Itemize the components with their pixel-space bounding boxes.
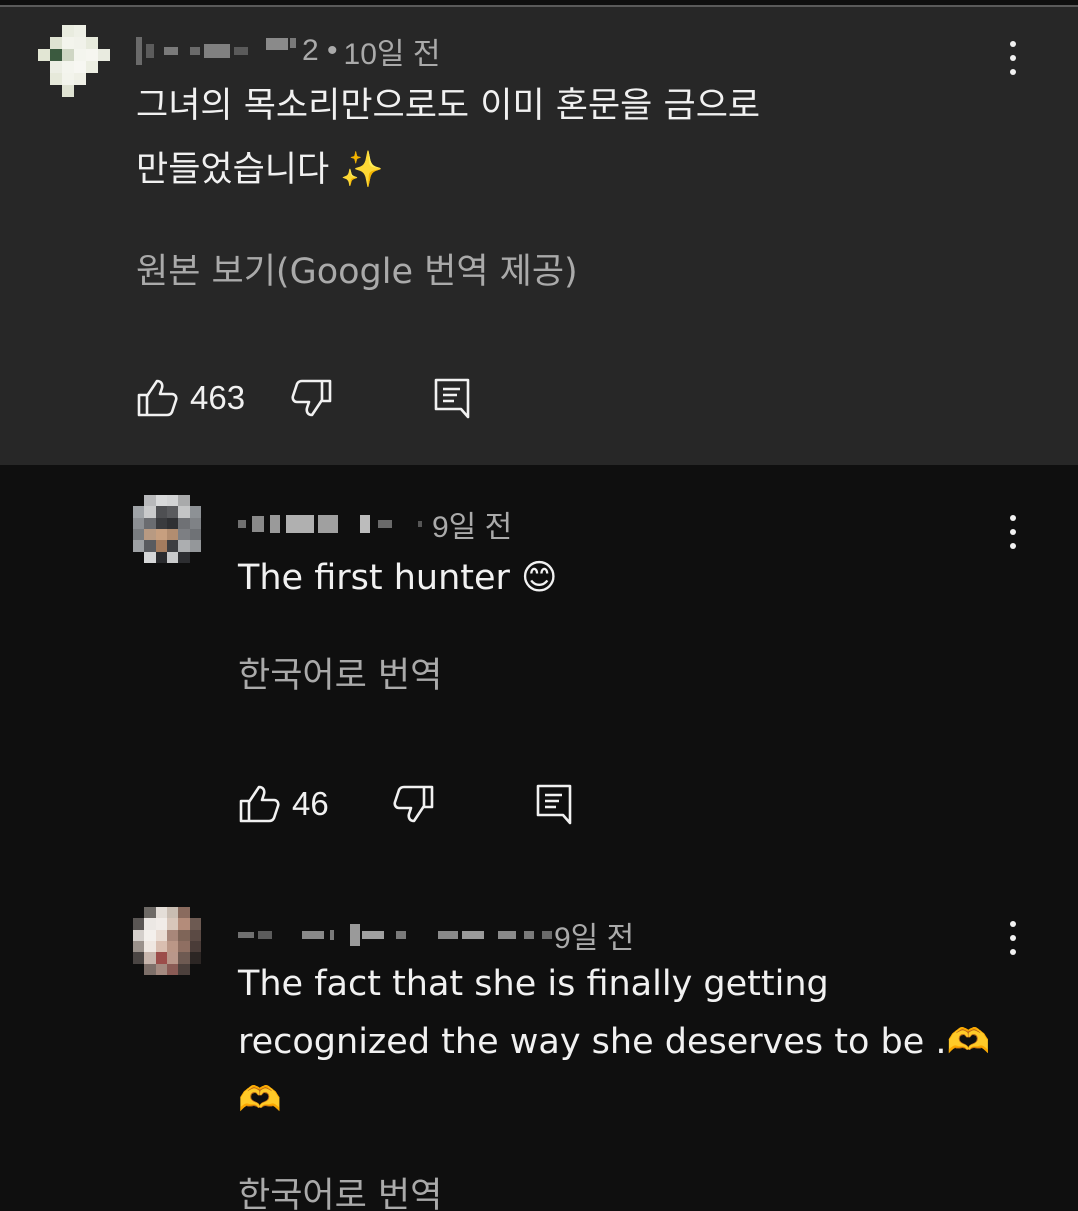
comment-actions: 46 — [238, 783, 573, 825]
thumb-up-icon — [136, 378, 178, 418]
comment-text-line: The fact that she is finally getting — [238, 964, 829, 1004]
comment-time: 10일 전 — [343, 38, 441, 71]
comment-text-line: The first hunter 😊 — [238, 558, 558, 598]
comment-meta: 9일 전 — [238, 502, 512, 546]
comment-text: The fact that she is finally getting rec… — [238, 955, 990, 1129]
comment-time: 9일 전 — [432, 511, 513, 544]
more-vert-icon[interactable] — [1003, 515, 1023, 555]
comment-meta: 9일 전 — [238, 913, 634, 957]
avatar[interactable] — [133, 495, 201, 563]
translate-link[interactable]: 한국어로 번역 — [238, 1167, 442, 1211]
dislike-button[interactable] — [393, 784, 435, 824]
author-name-pixelated[interactable] — [238, 920, 552, 950]
comment-text: 그녀의 목소리만으로도 이미 혼문을 금으로 만들었습니다 ✨ — [136, 77, 760, 199]
author-name-pixelated[interactable] — [136, 36, 296, 66]
comment-text-line: 🫶 — [238, 1080, 282, 1120]
avatar[interactable] — [38, 25, 110, 97]
comment-text-line: 만들었습니다 ✨ — [136, 150, 384, 190]
reply-comment-icon — [535, 783, 573, 825]
thumb-down-icon — [393, 784, 435, 824]
reply-button[interactable] — [535, 783, 573, 825]
like-count: 463 — [190, 379, 246, 416]
like-button[interactable]: 46 — [238, 784, 329, 824]
view-original-link[interactable]: 원본 보기(Google 번역 제공) — [136, 243, 578, 294]
avatar[interactable] — [133, 907, 201, 975]
more-vert-icon[interactable] — [1003, 921, 1023, 961]
comment-text: The first hunter 😊 — [238, 549, 558, 607]
comment-actions: 463 — [136, 377, 471, 419]
more-vert-icon[interactable] — [1003, 41, 1023, 81]
comment-meta: 2 • 10일 전 — [136, 29, 440, 73]
author-name-pixelated[interactable] — [238, 509, 422, 539]
comment-time: 9일 전 — [554, 922, 635, 955]
comment-text-line: recognized the way she deserves to be .🫶 — [238, 1022, 991, 1062]
reply-comment: 9일 전 The fact that she is finally gettin… — [0, 875, 1078, 1211]
thumb-down-icon — [291, 378, 333, 418]
like-count: 46 — [292, 785, 329, 822]
comments-page: 2 • 10일 전 그녀의 목소리만으로도 이미 혼문을 금으로 만들었습니다 … — [0, 0, 1078, 1211]
highlighted-comment: 2 • 10일 전 그녀의 목소리만으로도 이미 혼문을 금으로 만들었습니다 … — [0, 7, 1078, 465]
thumb-up-icon — [238, 784, 280, 824]
translate-link[interactable]: 한국어로 번역 — [238, 647, 442, 698]
reply-comment-icon — [433, 377, 471, 419]
dislike-button[interactable] — [291, 378, 333, 418]
comment-text-line: 그녀의 목소리만으로도 이미 혼문을 금으로 — [136, 86, 761, 126]
reply-comment: 9일 전 The first hunter 😊 한국어로 번역 46 — [0, 465, 1078, 875]
like-button[interactable]: 463 — [136, 378, 245, 418]
reply-button[interactable] — [433, 377, 471, 419]
author-name-tail: 2 • — [302, 34, 338, 67]
